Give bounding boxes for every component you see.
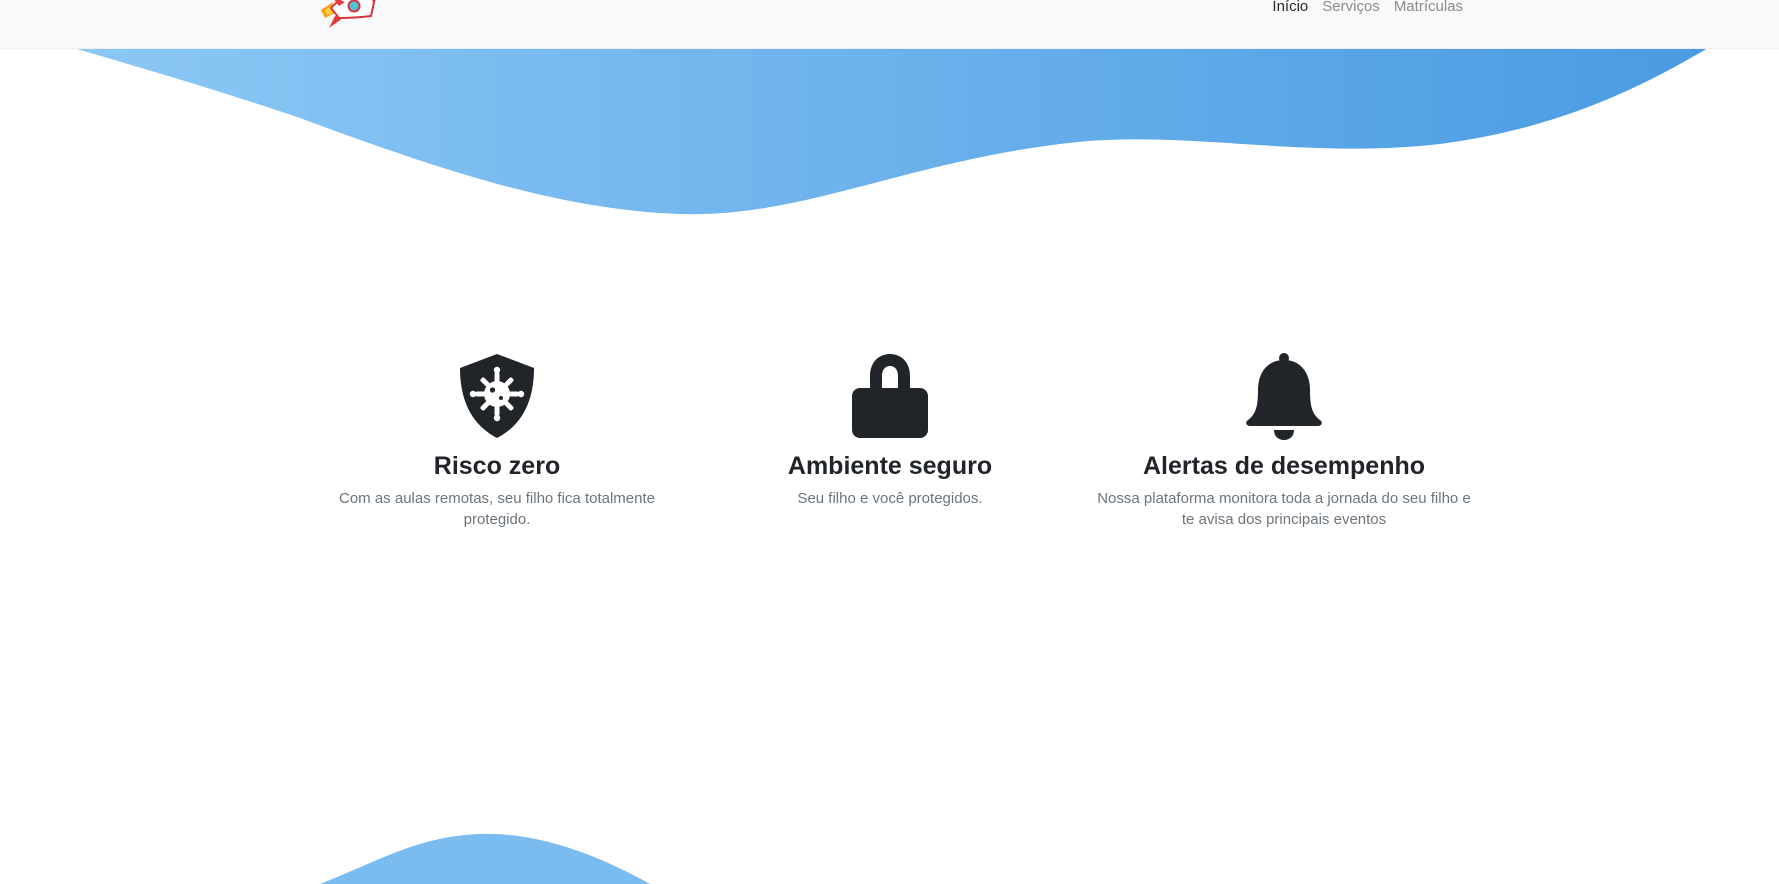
feature-ambiente-seguro: Ambiente seguro Seu filho e você protegi… [730, 352, 1050, 509]
navbar: Início Serviços Matrículas [0, 0, 1779, 49]
hero-wave [74, 48, 1708, 215]
nav-link-servicos[interactable]: Serviços [1322, 0, 1380, 16]
bell-icon [1236, 352, 1332, 444]
feature-title: Alertas de desempenho [1142, 452, 1426, 480]
nav-links: Início Serviços Matrículas [1272, 0, 1463, 16]
feature-alertas-desempenho: Alertas de desempenho Nossa plataforma m… [1090, 352, 1478, 530]
shield-virus-icon [449, 352, 545, 444]
feature-description: Nossa plataforma monitora toda a jornada… [1097, 490, 1471, 528]
footer-wave [320, 833, 650, 884]
feature-description: Com as aulas remotas, seu filho fica tot… [339, 490, 655, 528]
nav-link-inicio[interactable]: Início [1272, 0, 1308, 16]
rocket-icon [321, 0, 376, 28]
brand-logo[interactable] [315, 0, 385, 34]
feature-risco-zero: Risco zero Com as aulas remotas, seu fil… [330, 352, 664, 530]
feature-title: Ambiente seguro [787, 452, 993, 480]
feature-description: Seu filho e você protegidos. [797, 490, 983, 507]
lock-icon [842, 352, 938, 444]
feature-title: Risco zero [433, 452, 561, 480]
nav-link-matriculas[interactable]: Matrículas [1394, 0, 1463, 16]
